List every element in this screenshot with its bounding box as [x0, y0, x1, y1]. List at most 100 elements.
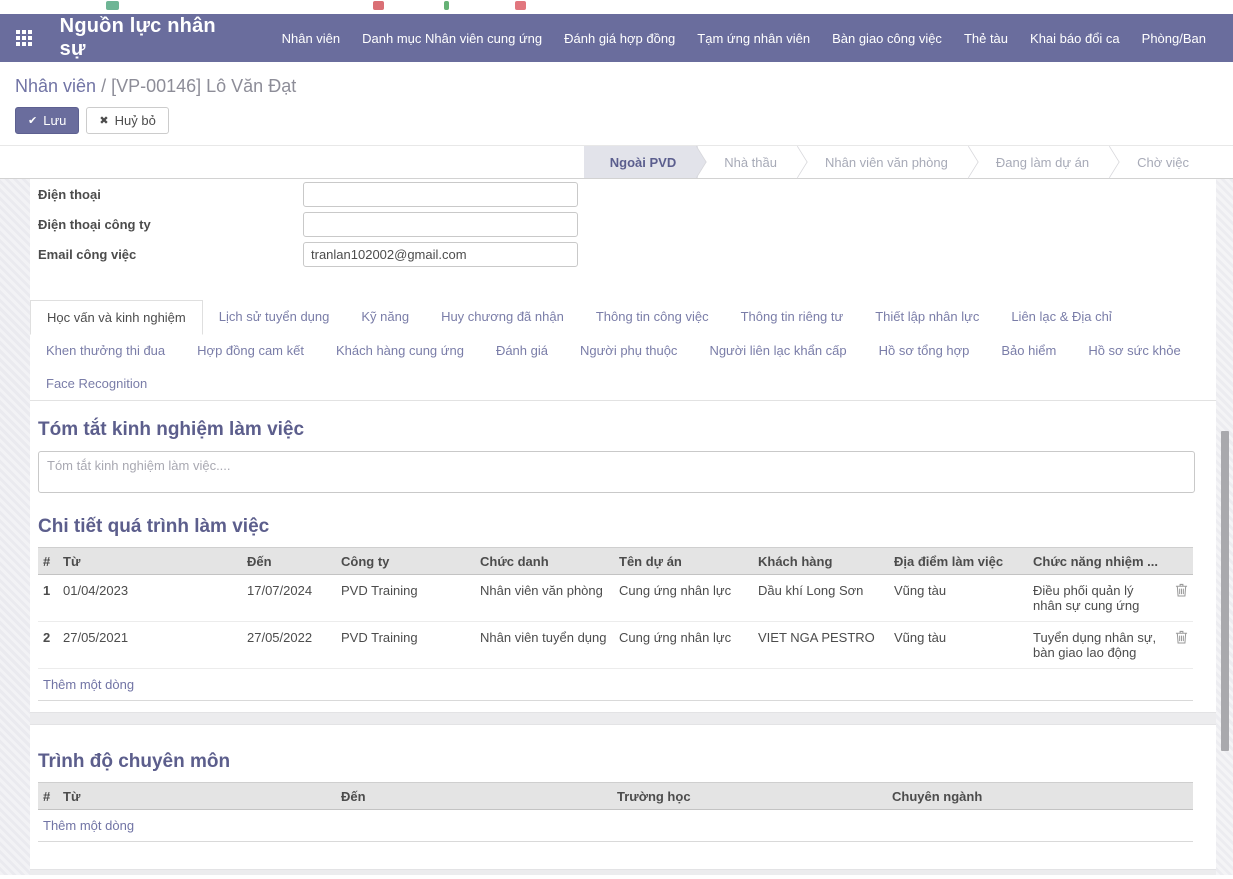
tab-skills[interactable]: Kỹ năng: [345, 300, 425, 334]
browser-strip: [0, 0, 1233, 14]
tab-contact-address[interactable]: Liên lạc & Địa chỉ: [995, 300, 1127, 334]
add-row: Thêm một dòng: [38, 810, 1193, 842]
nav-shift-change[interactable]: Khai báo đổi ca: [1019, 16, 1131, 61]
discard-button[interactable]: ✖ Huỷ bỏ: [86, 107, 168, 134]
tab-face-recognition[interactable]: Face Recognition: [30, 367, 163, 400]
work-history-row[interactable]: 1 01/04/2023 17/07/2024 PVD Training Nhâ…: [38, 575, 1193, 622]
tab-insurance[interactable]: Bảo hiểm: [985, 334, 1072, 367]
favicon-fragment-icon: [515, 1, 526, 10]
step-label: Nhân viên văn phòng: [825, 155, 948, 170]
step-cho-viec[interactable]: Chờ việc: [1111, 146, 1211, 178]
cell-to[interactable]: 27/05/2022: [242, 622, 336, 669]
save-button[interactable]: ✔ Lưu: [15, 107, 79, 134]
step-nha-thau[interactable]: Nhà thầu: [698, 146, 799, 178]
nav-employee-advance[interactable]: Tạm ứng nhân viên: [686, 16, 821, 61]
step-label: Ngoài PVD: [610, 155, 676, 170]
column-header-job-title: Chức danh: [475, 548, 614, 575]
field-company-phone: Điện thoại công ty: [38, 212, 1216, 237]
add-row-link[interactable]: Thêm một dòng: [38, 810, 1193, 842]
favicon-fragment-icon: [444, 1, 449, 10]
tab-health-records[interactable]: Hồ sơ sức khỏe: [1072, 334, 1196, 367]
delete-row-button[interactable]: [1175, 583, 1188, 597]
tab-private-info[interactable]: Thông tin riêng tư: [725, 300, 860, 334]
column-header-project: Tên dự án: [614, 548, 753, 575]
work-history-header-row: # Từ Đến Công ty Chức danh Tên dự án Khá…: [38, 548, 1193, 575]
tab-emergency-contacts[interactable]: Người liên lạc khẩn cấp: [693, 334, 862, 367]
vertical-scrollbar-track[interactable]: [1216, 179, 1233, 875]
column-header-major: Chuyên ngành: [887, 783, 1158, 810]
tab-commitment-contracts[interactable]: Hợp đồng cam kết: [181, 334, 320, 367]
nav-work-handover[interactable]: Bàn giao công việc: [821, 16, 953, 61]
notebook-tabs: Học vấn và kinh nghiệm Lịch sử tuyển dụn…: [30, 300, 1216, 401]
work-history-row[interactable]: 2 27/05/2021 27/05/2022 PVD Training Nhâ…: [38, 622, 1193, 669]
summary-textarea[interactable]: [38, 451, 1195, 493]
breadcrumb-parent-link[interactable]: Nhân viên: [15, 76, 96, 96]
navbar-brand[interactable]: Nguồn lực nhân sự: [60, 15, 225, 61]
nav-ship-card[interactable]: Thẻ tàu: [953, 16, 1019, 61]
tab-education-experience[interactable]: Học vấn và kinh nghiệm: [30, 300, 203, 335]
tab-medals-received[interactable]: Huy chương đã nhận: [425, 300, 580, 334]
nav-employees[interactable]: Nhân viên: [271, 16, 352, 61]
cell-from[interactable]: 27/05/2021: [58, 622, 242, 669]
close-icon: ✖: [99, 114, 108, 127]
cell-company[interactable]: PVD Training: [336, 575, 475, 622]
work-email-input[interactable]: [303, 242, 578, 267]
favicon-fragment-icon: [106, 1, 119, 10]
cell-job-title[interactable]: Nhân viên tuyển dụng: [475, 622, 614, 669]
tab-emulation-rewards[interactable]: Khen thưởng thi đua: [30, 334, 181, 367]
form-sheet: Điện thoại Điện thoại công ty Email công…: [30, 179, 1216, 875]
phone-input[interactable]: [303, 182, 578, 207]
discard-button-label: Huỷ bỏ: [115, 113, 156, 128]
cell-customer[interactable]: Dầu khí Long Sơn: [753, 575, 889, 622]
cell-project[interactable]: Cung ứng nhân lực: [614, 622, 753, 669]
cell-duties[interactable]: Tuyển dụng nhân sự, bàn giao lao động: [1028, 622, 1162, 669]
add-row: Thêm một dòng: [38, 669, 1193, 701]
tab-dependents[interactable]: Người phụ thuộc: [564, 334, 693, 367]
column-header-to: Đến: [336, 783, 612, 810]
navbar-menu: Nhân viên Danh mục Nhân viên cung ứng Đá…: [271, 16, 1217, 61]
add-row-link[interactable]: Thêm một dòng: [38, 669, 1193, 701]
cell-to[interactable]: 17/07/2024: [242, 575, 336, 622]
column-header-duties: Chức năng nhiệm ...: [1028, 548, 1162, 575]
action-buttons: ✔ Lưu ✖ Huỷ bỏ: [0, 97, 1233, 134]
step-dang-lam-du-an[interactable]: Đang làm dự án: [970, 146, 1111, 178]
vertical-scrollbar-thumb[interactable]: [1221, 431, 1229, 751]
tab-manpower-setup[interactable]: Thiết lập nhân lực: [859, 300, 995, 334]
cell-company[interactable]: PVD Training: [336, 622, 475, 669]
statusbar: Ngoài PVD Nhà thầu Nhân viên văn phòng Đ…: [0, 145, 1233, 179]
tab-evaluation[interactable]: Đánh giá: [480, 334, 564, 367]
breadcrumb: Nhân viên / [VP-00146] Lô Văn Đạt: [0, 62, 1233, 97]
step-nhan-vien-van-phong[interactable]: Nhân viên văn phòng: [799, 146, 970, 178]
apps-menu-icon[interactable]: [16, 30, 33, 47]
nav-department[interactable]: Phòng/Ban: [1131, 16, 1217, 61]
breadcrumb-current: [VP-00146] Lô Văn Đạt: [111, 76, 296, 96]
company-phone-input[interactable]: [303, 212, 578, 237]
qualifications-header-row: # Từ Đến Trường học Chuyên ngành: [38, 783, 1193, 810]
qualifications-table: # Từ Đến Trường học Chuyên ngành Thêm mộ…: [38, 782, 1193, 842]
nav-supply-employee-catalog[interactable]: Danh mục Nhân viên cung ứng: [351, 16, 553, 61]
tab-supply-customers[interactable]: Khách hàng cung ứng: [320, 334, 480, 367]
cell-job-title[interactable]: Nhân viên văn phòng: [475, 575, 614, 622]
column-header-actions: [1158, 783, 1193, 810]
step-label: Đang làm dự án: [996, 155, 1089, 170]
column-header-company: Công ty: [336, 548, 475, 575]
column-header-index: #: [38, 783, 58, 810]
employee-form-screen: Nguồn lực nhân sự Nhân viên Danh mục Nhâ…: [0, 0, 1233, 879]
tab-job-info[interactable]: Thông tin công việc: [580, 300, 725, 334]
cell-work-location[interactable]: Vũng tàu: [889, 575, 1028, 622]
step-ngoai-pvd[interactable]: Ngoài PVD: [584, 146, 698, 178]
tab-recruitment-history[interactable]: Lịch sử tuyển dụng: [203, 300, 346, 334]
cell-work-location[interactable]: Vũng tàu: [889, 622, 1028, 669]
cell-project[interactable]: Cung ứng nhân lực: [614, 575, 753, 622]
summary-section-title: Tóm tắt kinh nghiệm làm việc: [38, 418, 1216, 442]
delete-row-button[interactable]: [1175, 630, 1188, 644]
column-header-index: #: [38, 548, 58, 575]
tab-general-records[interactable]: Hồ sơ tổng hợp: [863, 334, 986, 367]
favicon-fragment-icon: [373, 1, 384, 10]
cell-from[interactable]: 01/04/2023: [58, 575, 242, 622]
step-label: Chờ việc: [1137, 155, 1189, 170]
cell-duties[interactable]: Điều phối quản lý nhân sự cung ứng: [1028, 575, 1162, 622]
nav-contract-evaluation[interactable]: Đánh giá hợp đồng: [553, 16, 686, 61]
cell-customer[interactable]: VIET NGA PESTRO: [753, 622, 889, 669]
phone-label: Điện thoại: [38, 187, 303, 202]
